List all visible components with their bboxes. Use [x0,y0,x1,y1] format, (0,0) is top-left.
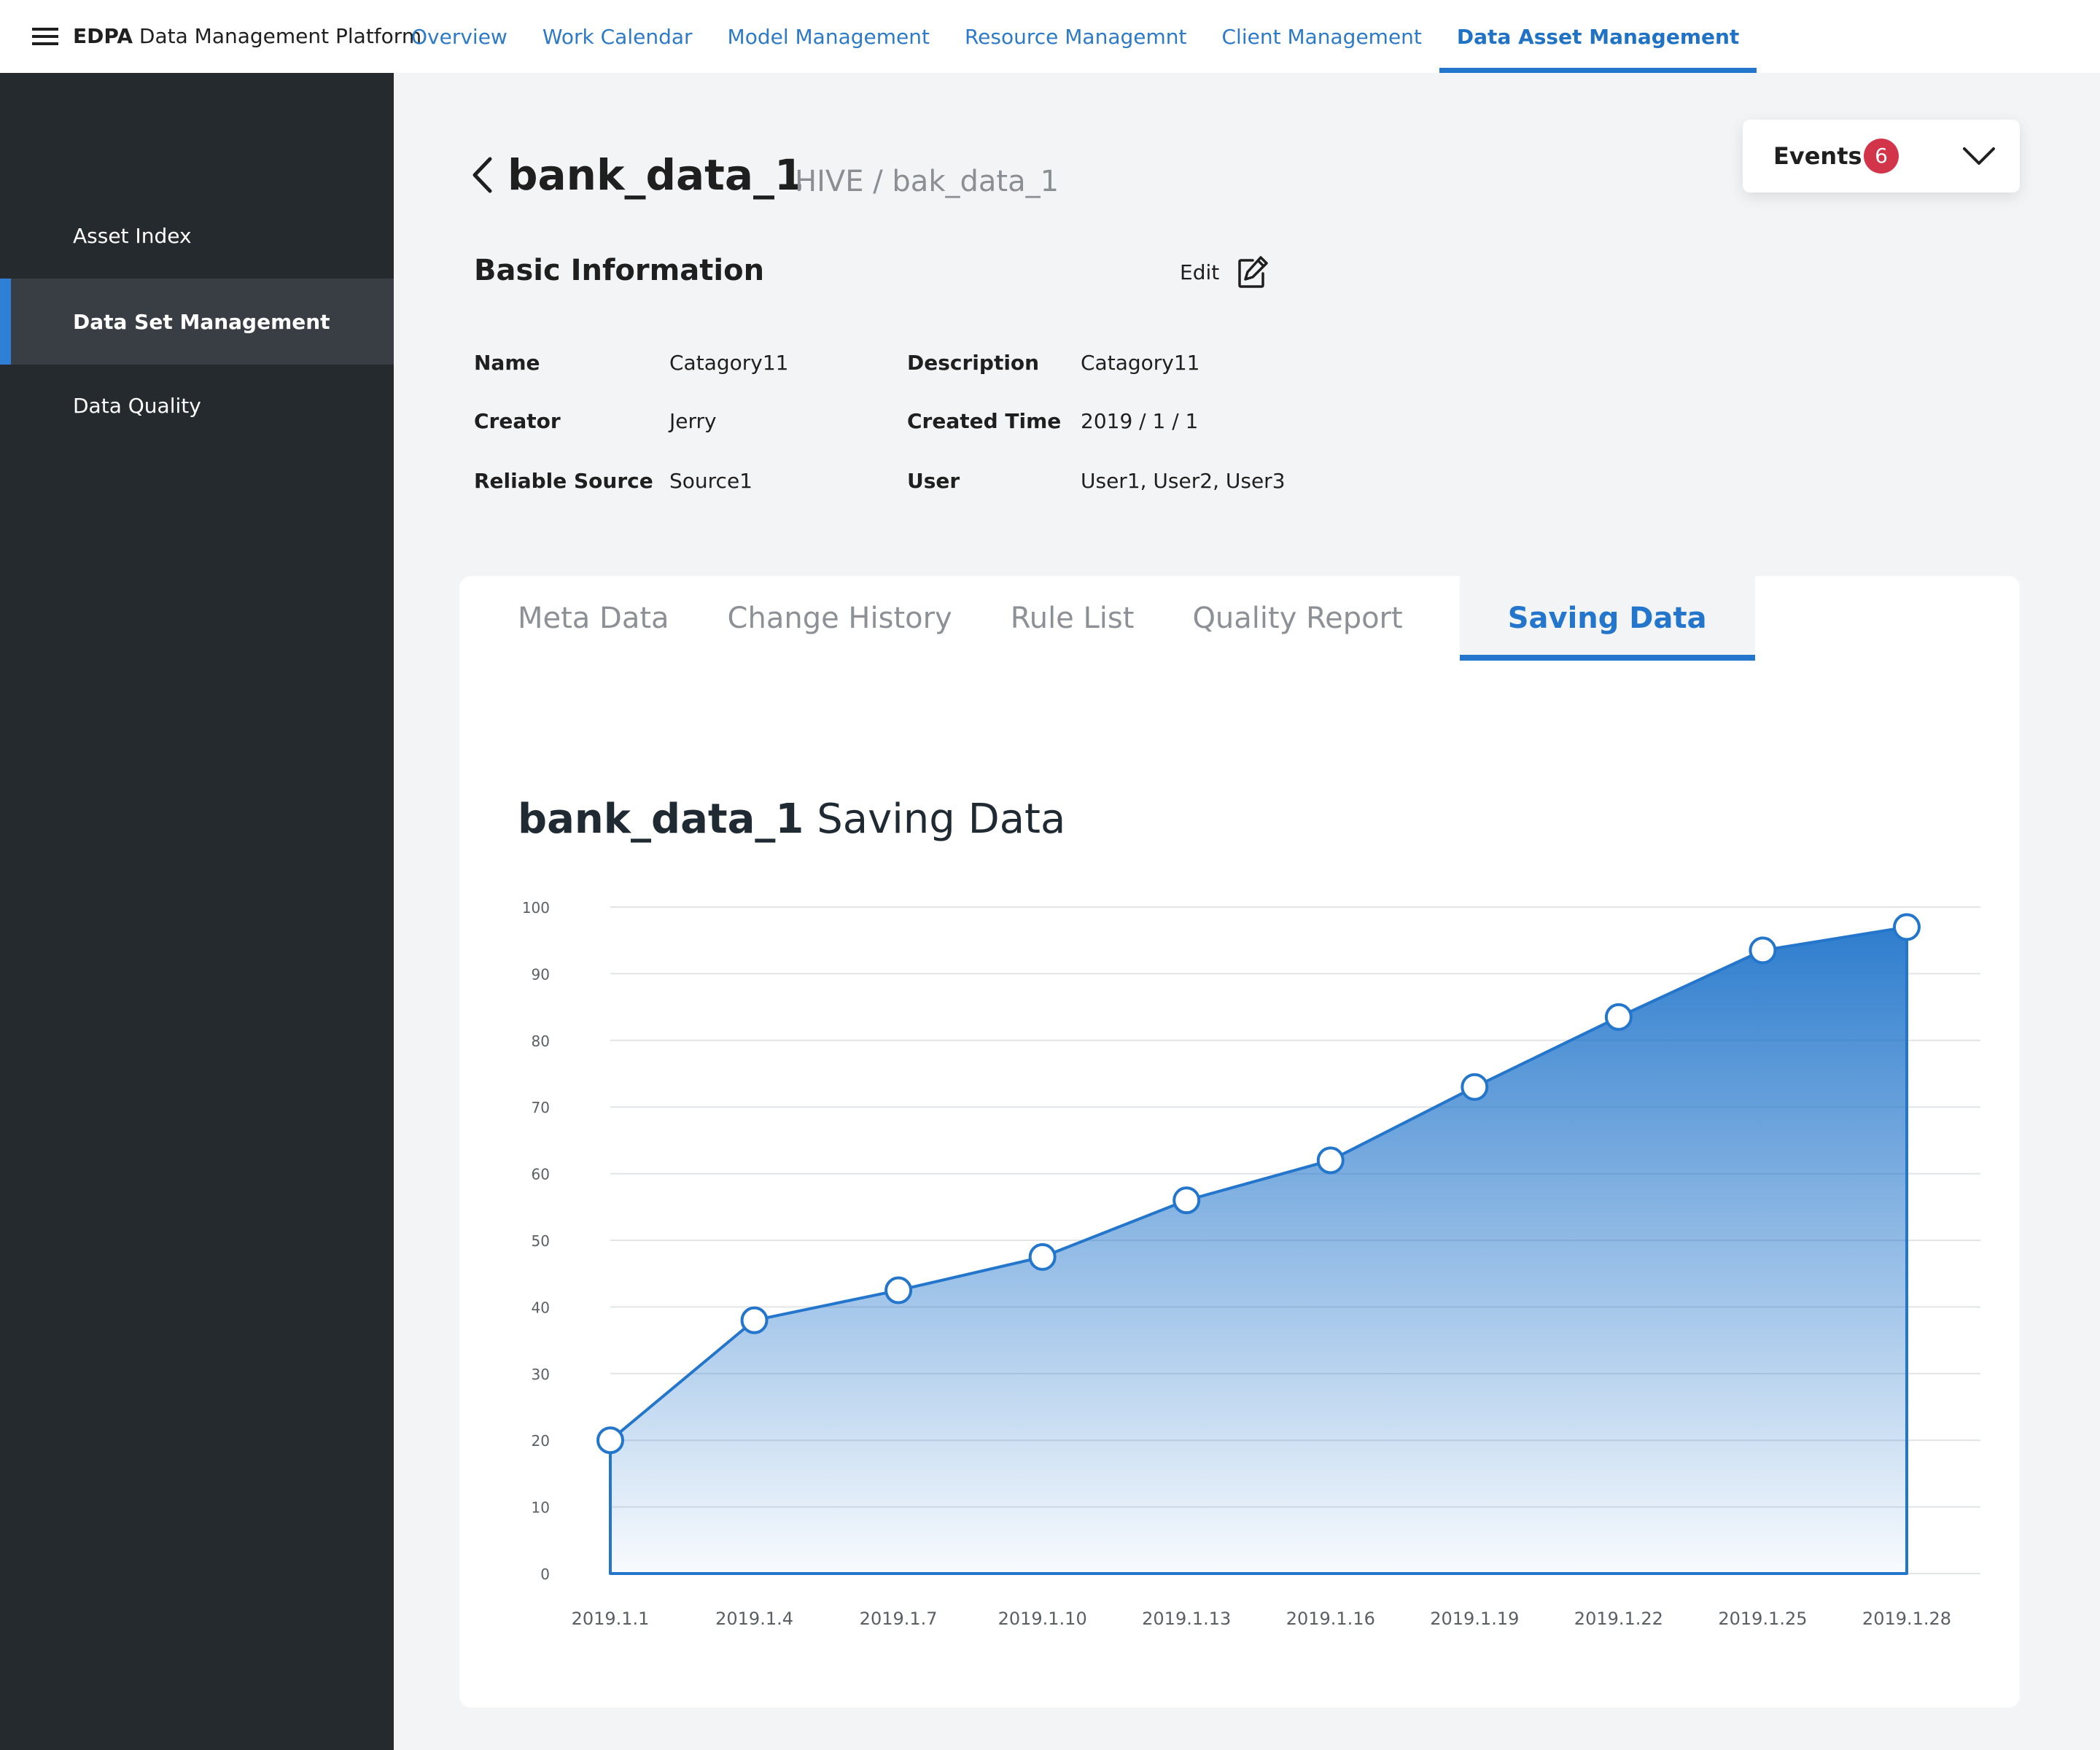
y-tick-label: 80 [532,1032,550,1050]
x-tick-label: 2019.1.28 [1862,1609,1951,1629]
field-label-name: Name [474,351,540,375]
y-tick-label: 40 [532,1299,550,1316]
field-value-description: Catagory11 [1081,351,1200,375]
events-dropdown[interactable]: Events 6 [1743,120,2020,192]
sidebar: Asset Index Data Set Management Data Qua… [0,73,394,1750]
y-tick-label: 30 [532,1366,550,1383]
x-tick-label: 2019.1.19 [1430,1609,1519,1629]
nav-tab-client-management[interactable]: Client Management [1205,0,1439,73]
field-value-created-time: 2019 / 1 / 1 [1081,409,1199,433]
y-tick-label: 10 [532,1499,550,1517]
data-point [1893,913,1921,941]
sidebar-item-data-set-management[interactable]: Data Set Management [0,279,394,365]
edit-button[interactable]: Edit [1180,254,1269,290]
field-value-reliable-source: Source1 [669,469,752,493]
y-tick-label: 20 [532,1432,550,1450]
series-area [609,925,1908,1575]
brand-name: Data Management Platform [139,24,422,48]
events-label: Events [1773,142,1862,170]
data-point [740,1306,769,1334]
sidebar-item-asset-index[interactable]: Asset Index [0,192,394,279]
data-point [1172,1186,1201,1215]
data-point [1316,1146,1345,1175]
hamburger-menu-icon[interactable] [32,28,58,47]
events-count-badge: 6 [1864,139,1899,174]
main-nav: Overview Work Calendar Model Management … [394,0,1757,73]
data-point [1604,1003,1633,1031]
app-brand: EDPA Data Management Platform [73,22,421,51]
data-point [1461,1073,1489,1101]
sidebar-item-label: Data Set Management [73,309,330,334]
data-point [596,1426,624,1455]
y-tick-label: 50 [532,1232,550,1250]
x-tick-label: 2019.1.7 [860,1609,938,1629]
y-tick-label: 0 [540,1566,550,1583]
y-tick-label: 70 [532,1099,550,1116]
y-tick-label: 90 [532,965,550,983]
x-tick-label: 2019.1.1 [572,1609,650,1629]
sidebar-item-label: Data Quality [73,393,201,418]
edit-pencil-icon[interactable] [1237,254,1269,289]
sidebar-item-data-quality[interactable]: Data Quality [0,362,394,448]
data-point [884,1276,913,1304]
breadcrumb-path: HIVE / bak_data_1 [795,165,1059,198]
x-tick-label: 2019.1.13 [1142,1609,1231,1629]
page-title: bank_data_1 [508,150,804,200]
back-chevron-icon[interactable] [471,156,493,194]
nav-tab-data-asset-management[interactable]: Data Asset Management [1439,0,1757,73]
field-value-name: Catagory11 [669,351,789,375]
section-title-basic-information: Basic Information [474,254,765,287]
field-value-creator: Jerry [669,409,717,433]
nav-tab-work-calendar[interactable]: Work Calendar [525,0,710,73]
top-navigation-bar: EDPA Data Management Platform Overview W… [0,0,2100,73]
x-tick-label: 2019.1.10 [998,1609,1087,1629]
field-value-user: User1, User2, User3 [1081,469,1286,493]
edit-label: Edit [1180,260,1220,284]
field-label-created-time: Created Time [907,409,1062,433]
field-label-creator: Creator [474,409,561,433]
chevron-down-icon[interactable] [1961,140,1996,172]
x-tick-label: 2019.1.22 [1574,1609,1663,1629]
x-tick-label: 2019.1.16 [1286,1609,1375,1629]
data-point [1028,1242,1057,1271]
sidebar-item-label: Asset Index [73,223,192,248]
saving-data-area-chart: 0 10 20 30 40 50 60 70 80 90 100 2019.1.1 2019.1.4 20… [522,899,1980,1629]
x-tick-label: 2019.1.25 [1718,1609,1807,1629]
nav-tab-model-management[interactable]: Model Management [710,0,947,73]
y-tick-label: 60 [532,1166,550,1183]
nav-tab-resource-management[interactable]: Resource Managemnt [947,0,1205,73]
field-label-user: User [907,469,960,493]
y-tick-label: 100 [522,899,550,917]
field-label-description: Description [907,351,1040,375]
data-point [1749,936,1777,965]
nav-tab-overview[interactable]: Overview [394,0,525,73]
x-tick-label: 2019.1.4 [715,1609,793,1629]
brand-bold: EDPA [73,24,133,48]
details-card: Meta Data Change History Rule List Quali… [459,576,2020,1708]
field-label-reliable-source: Reliable Source [474,469,653,493]
